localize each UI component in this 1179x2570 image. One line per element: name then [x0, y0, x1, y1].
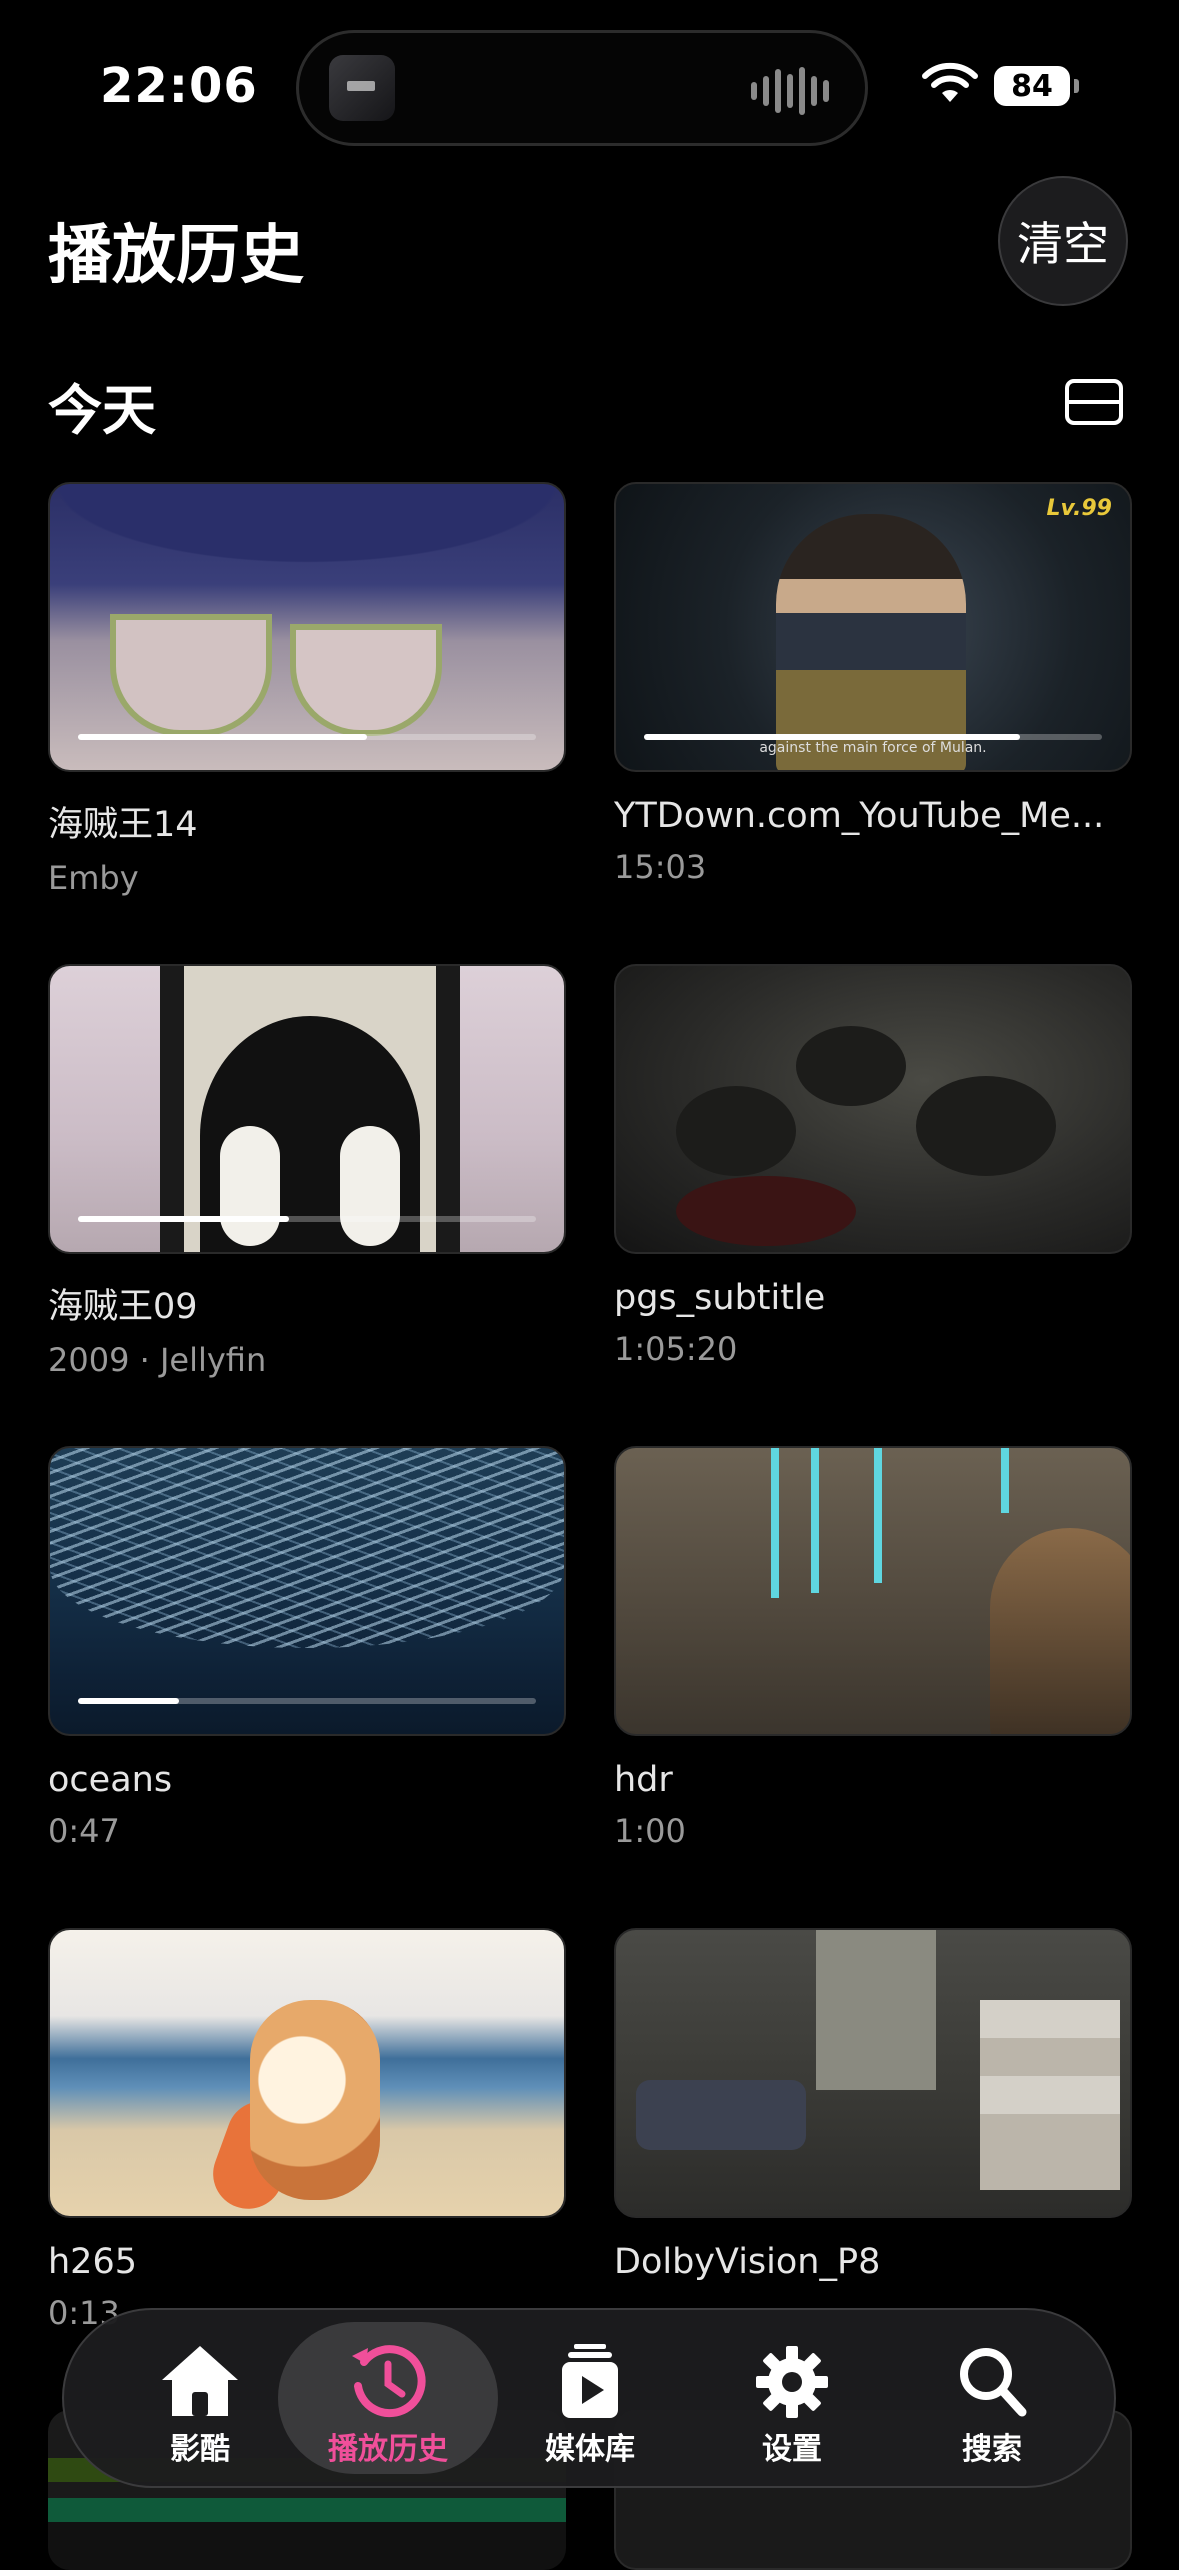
video-thumbnail[interactable]: [48, 964, 566, 1254]
video-thumbnail[interactable]: [48, 1928, 566, 2218]
video-title: 海贼王09: [48, 1287, 198, 1327]
video-title: YTDown.com_YouTube_Me...: [614, 796, 1105, 836]
video-title: oceans: [48, 1760, 173, 1800]
video-title: DolbyVision_P8: [614, 2242, 881, 2282]
tab-media-library[interactable]: 媒体库: [480, 2322, 700, 2474]
status-time: 22:06: [100, 58, 258, 114]
wifi-icon: [922, 62, 978, 102]
now-playing-thumbnail: [329, 55, 395, 121]
video-subtitle: 15:03: [614, 848, 707, 886]
history-icon: [352, 2345, 426, 2418]
video-title: pgs_subtitle: [614, 1278, 826, 1318]
video-subtitle: 1:00: [614, 1812, 686, 1850]
section-title-today: 今天: [48, 379, 156, 442]
tab-label: 媒体库: [545, 2432, 635, 2467]
tab-history[interactable]: 播放历史: [278, 2322, 498, 2474]
video-thumbnail[interactable]: [48, 1446, 566, 1736]
tab-home[interactable]: 影酷: [90, 2322, 310, 2474]
video-subtitle: Emby: [48, 859, 139, 897]
history-card[interactable]: h265 0:13: [48, 1928, 566, 2332]
video-thumbnail[interactable]: Lv.99 against the main force of Mulan.: [614, 482, 1132, 772]
history-card[interactable]: pgs_subtitle 1:05:20: [614, 964, 1132, 1368]
tab-settings[interactable]: 设置: [682, 2322, 902, 2474]
video-subtitle: 0:47: [48, 1812, 120, 1850]
playback-progress-bar: [644, 734, 1102, 740]
playback-progress-bar: [78, 734, 536, 740]
bottom-tab-bar: 影酷 播放历史 媒体库 设置 搜索: [62, 2308, 1116, 2488]
history-card[interactable]: oceans 0:47: [48, 1446, 566, 1850]
history-card[interactable]: 海贼王14 Emby: [48, 482, 566, 897]
history-card[interactable]: hdr 1:00: [614, 1446, 1132, 1850]
tab-label: 影酷: [170, 2432, 230, 2467]
video-subtitle: 1:05:20: [614, 1330, 738, 1368]
video-thumbnail[interactable]: [48, 482, 566, 772]
tab-search[interactable]: 搜索: [882, 2322, 1102, 2474]
gear-icon: [756, 2346, 828, 2418]
playback-progress-bar: [78, 1698, 536, 1704]
home-icon: [162, 2346, 238, 2416]
tab-label: 搜索: [962, 2432, 1022, 2467]
channel-logo: Lv.99: [1046, 496, 1112, 521]
battery-indicator: 84: [994, 66, 1079, 106]
history-card[interactable]: DolbyVision_P8: [614, 1928, 1132, 2294]
search-icon: [960, 2348, 1027, 2417]
dynamic-island[interactable]: [296, 30, 868, 146]
video-title: 海贼王14: [48, 805, 198, 845]
tab-label: 设置: [762, 2432, 822, 2467]
layout-toggle-icon[interactable]: [1064, 378, 1124, 426]
tab-label: 播放历史: [328, 2432, 448, 2467]
video-thumbnail[interactable]: [614, 964, 1132, 1254]
audio-waveform-icon: [751, 67, 829, 115]
burned-in-subtitle: against the main force of Mulan.: [759, 740, 987, 756]
clear-button[interactable]: 清空: [998, 176, 1128, 306]
page-title: 播放历史: [48, 219, 304, 293]
media-library-icon: [562, 2344, 618, 2418]
video-title: hdr: [614, 1760, 673, 1800]
video-thumbnail[interactable]: [614, 1446, 1132, 1736]
video-thumbnail[interactable]: [614, 1928, 1132, 2218]
playback-progress-bar: [78, 1216, 536, 1222]
history-card[interactable]: Lv.99 against the main force of Mulan. Y…: [614, 482, 1132, 886]
video-subtitle: 2009 · Jellyfin: [48, 1341, 267, 1379]
video-title: h265: [48, 2242, 137, 2282]
history-card[interactable]: 海贼王09 2009 · Jellyfin: [48, 964, 566, 1379]
